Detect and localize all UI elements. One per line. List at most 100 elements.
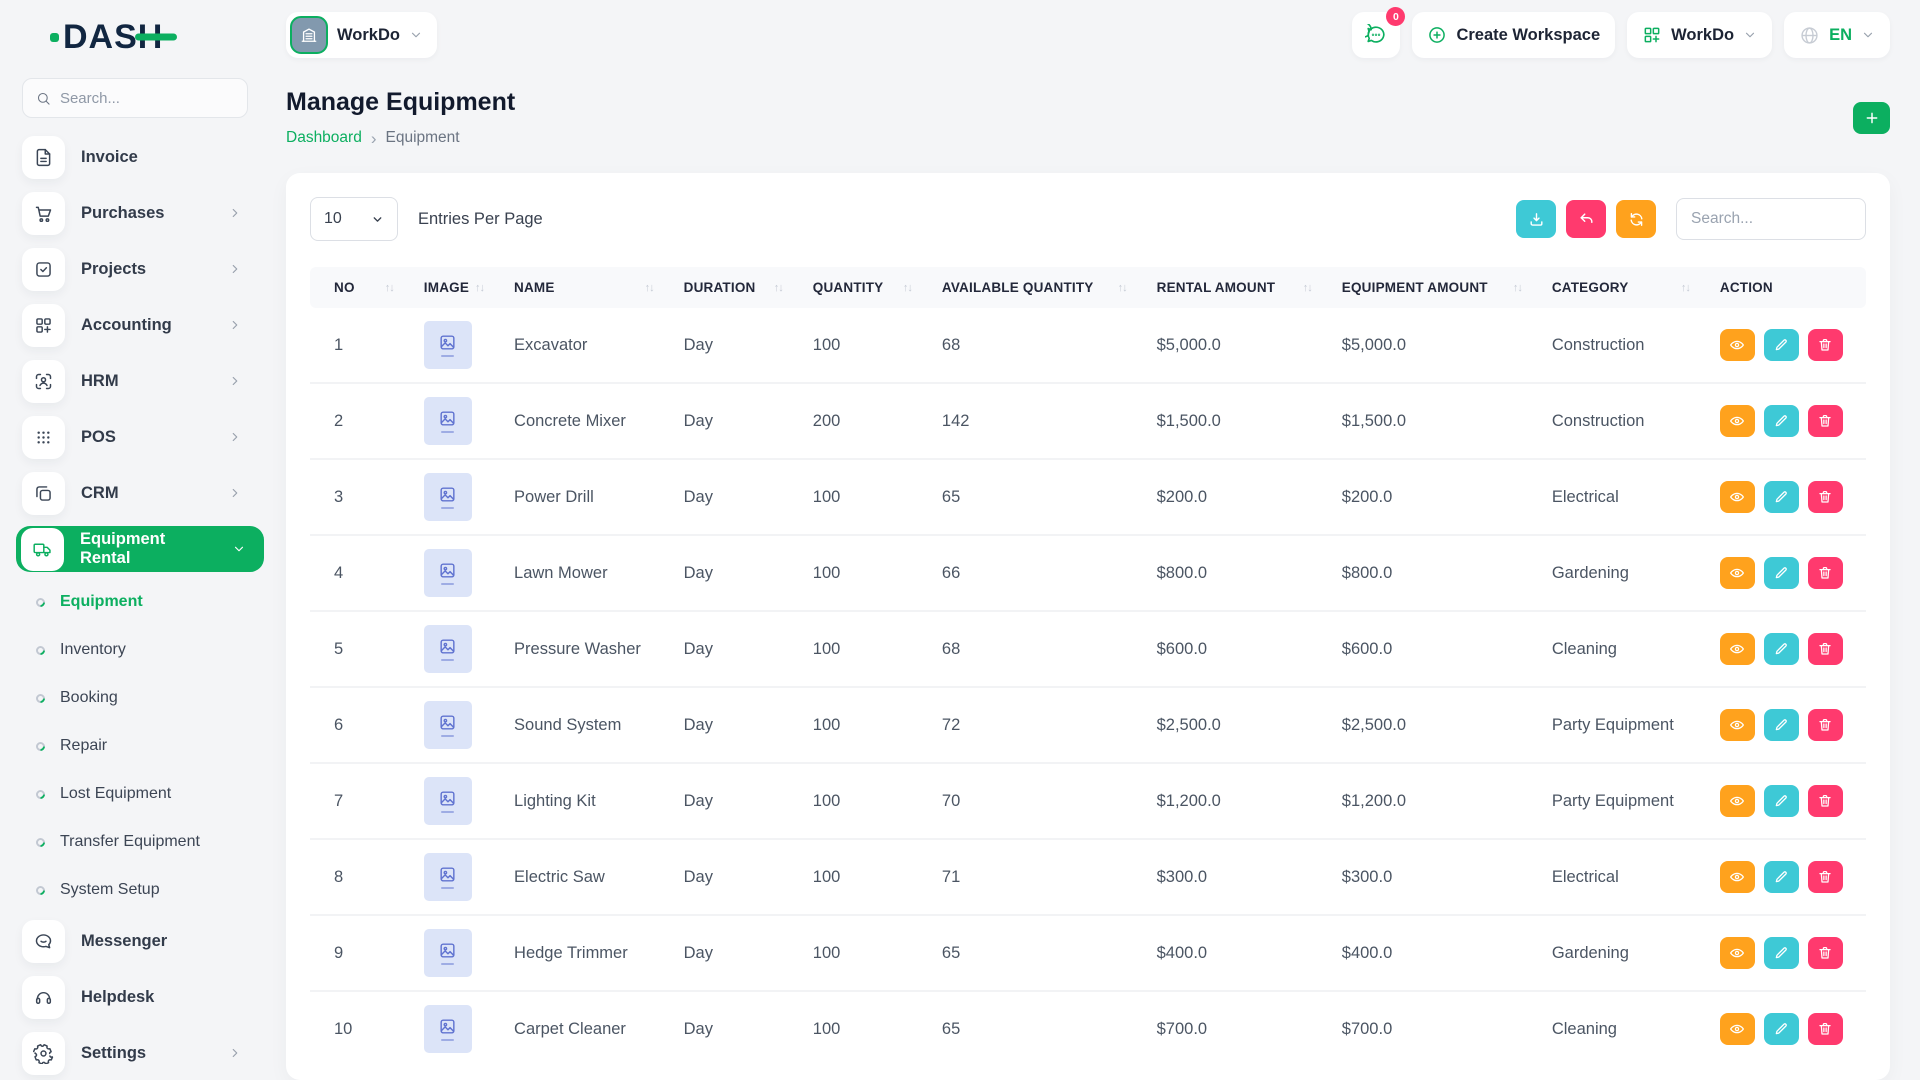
edit-button[interactable] bbox=[1763, 709, 1799, 741]
delete-button[interactable] bbox=[1807, 861, 1843, 893]
edit-button[interactable] bbox=[1763, 329, 1799, 361]
cell-image bbox=[416, 308, 506, 383]
export-button[interactable] bbox=[1516, 200, 1556, 238]
column-header-equipment-amount[interactable]: EQUIPMENT AMOUNT ↑↓ bbox=[1333, 267, 1544, 308]
trash-icon bbox=[1819, 795, 1832, 807]
sidebar-item-messenger[interactable]: Messenger bbox=[22, 918, 248, 964]
submenu-item-inventory[interactable]: Inventory bbox=[22, 630, 248, 670]
delete-button[interactable] bbox=[1807, 633, 1843, 665]
messages-button[interactable]: 0 bbox=[1352, 7, 1406, 58]
entries-per-page-select[interactable]: 10 bbox=[310, 197, 398, 241]
sidebar-item-equipment-rental[interactable]: Equipment Rental bbox=[16, 526, 264, 572]
view-button[interactable] bbox=[1719, 785, 1755, 817]
workspace-selector[interactable]: WorkDo bbox=[286, 12, 437, 58]
add-equipment-button[interactable] bbox=[1853, 102, 1890, 134]
view-button[interactable] bbox=[1719, 481, 1755, 513]
chevron-down-icon bbox=[373, 216, 382, 222]
sidebar-item-accounting[interactable]: Accounting bbox=[22, 302, 248, 348]
reset-button[interactable] bbox=[1566, 200, 1606, 238]
invoice-icon bbox=[22, 135, 65, 179]
sidebar-item-settings[interactable]: Settings bbox=[22, 1030, 248, 1076]
delete-button[interactable] bbox=[1807, 937, 1843, 969]
sort-icon[interactable]: ↑↓ bbox=[774, 282, 797, 294]
submenu-item-label: Inventory bbox=[60, 641, 126, 658]
column-header-rental-amount[interactable]: RENTAL AMOUNT ↑↓ bbox=[1148, 267, 1334, 308]
delete-button[interactable] bbox=[1807, 1013, 1843, 1045]
delete-button[interactable] bbox=[1807, 405, 1843, 437]
dots-grid-icon bbox=[22, 415, 65, 459]
view-button[interactable] bbox=[1719, 861, 1755, 893]
submenu-item-transfer-equipment[interactable]: Transfer Equipment bbox=[22, 822, 248, 862]
sort-icon[interactable]: ↑↓ bbox=[385, 282, 408, 294]
submenu-item-booking[interactable]: Booking bbox=[22, 678, 248, 718]
sidebar-item-helpdesk[interactable]: Helpdesk bbox=[22, 974, 248, 1020]
edit-button[interactable] bbox=[1763, 633, 1799, 665]
delete-button[interactable] bbox=[1807, 557, 1843, 589]
delete-button[interactable] bbox=[1807, 785, 1843, 817]
equipment-image-placeholder bbox=[423, 321, 472, 369]
edit-button[interactable] bbox=[1763, 405, 1799, 437]
dash-logo[interactable]: DASH bbox=[50, 16, 248, 58]
cell-name: Power Drill bbox=[506, 458, 676, 535]
sidebar-search[interactable] bbox=[22, 78, 248, 118]
column-header-name[interactable]: NAME ↑↓ bbox=[506, 267, 676, 308]
pencil-icon bbox=[1776, 719, 1788, 731]
view-button[interactable] bbox=[1719, 1013, 1755, 1045]
cell-duration: Day bbox=[675, 610, 805, 687]
submenu-item-system-setup[interactable]: System Setup bbox=[22, 870, 248, 910]
view-button[interactable] bbox=[1719, 557, 1755, 589]
sort-icon[interactable]: ↑↓ bbox=[1118, 282, 1141, 294]
edit-button[interactable] bbox=[1763, 1013, 1799, 1045]
edit-button[interactable] bbox=[1763, 861, 1799, 893]
sort-icon[interactable]: ↑↓ bbox=[1513, 282, 1536, 294]
column-header-category[interactable]: CATEGORY ↑↓ bbox=[1543, 267, 1712, 308]
sort-icon[interactable]: ↑↓ bbox=[1681, 282, 1704, 294]
language-label: EN bbox=[1829, 25, 1852, 44]
cell-actions bbox=[1711, 762, 1866, 839]
sidebar-item-purchases[interactable]: Purchases bbox=[22, 190, 248, 236]
sidebar-search-input[interactable] bbox=[59, 89, 234, 107]
edit-button[interactable] bbox=[1763, 937, 1799, 969]
edit-button[interactable] bbox=[1763, 481, 1799, 513]
column-header-duration[interactable]: DURATION ↑↓ bbox=[675, 267, 805, 308]
table-search-input[interactable] bbox=[1676, 198, 1866, 240]
cell-actions bbox=[1711, 534, 1866, 611]
edit-button[interactable] bbox=[1763, 557, 1799, 589]
sidebar-item-pos[interactable]: POS bbox=[22, 414, 248, 460]
cell-name: Hedge Trimmer bbox=[506, 914, 676, 991]
view-button[interactable] bbox=[1719, 329, 1755, 361]
chevron-down-icon bbox=[232, 542, 252, 556]
view-button[interactable] bbox=[1719, 633, 1755, 665]
workspace-name: WorkDo bbox=[337, 25, 400, 44]
delete-button[interactable] bbox=[1807, 709, 1843, 741]
column-header-quantity[interactable]: QUANTITY ↑↓ bbox=[804, 267, 934, 308]
submenu-item-lost-equipment[interactable]: Lost Equipment bbox=[22, 774, 248, 814]
sort-icon[interactable]: ↑↓ bbox=[1303, 282, 1326, 294]
view-button[interactable] bbox=[1719, 405, 1755, 437]
column-header-image[interactable]: IMAGE ↑↓ bbox=[415, 267, 507, 308]
sort-icon[interactable]: ↑↓ bbox=[645, 282, 668, 294]
sidebar-item-hrm[interactable]: HRM bbox=[22, 358, 248, 404]
breadcrumb-dashboard-link[interactable]: Dashboard bbox=[286, 129, 362, 147]
apps-menu-button[interactable]: WorkDo bbox=[1627, 12, 1773, 58]
delete-button[interactable] bbox=[1807, 329, 1843, 361]
bullet-icon bbox=[34, 595, 47, 609]
view-button[interactable] bbox=[1719, 937, 1755, 969]
pencil-icon bbox=[1776, 1023, 1788, 1035]
submenu-item-equipment[interactable]: Equipment bbox=[22, 582, 248, 622]
edit-button[interactable] bbox=[1763, 785, 1799, 817]
create-workspace-button[interactable]: Create Workspace bbox=[1412, 12, 1616, 58]
sidebar-item-invoice[interactable]: Invoice bbox=[22, 134, 248, 180]
language-selector[interactable]: EN bbox=[1784, 12, 1890, 58]
view-button[interactable] bbox=[1719, 709, 1755, 741]
sidebar-item-projects[interactable]: Projects bbox=[22, 246, 248, 292]
refresh-button[interactable] bbox=[1616, 200, 1656, 238]
sidebar-item-crm[interactable]: CRM bbox=[22, 470, 248, 516]
sort-icon[interactable]: ↑↓ bbox=[475, 282, 498, 294]
delete-button[interactable] bbox=[1807, 481, 1843, 513]
submenu-item-repair[interactable]: Repair bbox=[22, 726, 248, 766]
truck-icon bbox=[21, 527, 64, 571]
sort-icon[interactable]: ↑↓ bbox=[903, 282, 926, 294]
column-header-available-quantity[interactable]: AVAILABLE QUANTITY ↑↓ bbox=[933, 267, 1149, 308]
column-header-no[interactable]: NO ↑↓ bbox=[310, 267, 416, 308]
